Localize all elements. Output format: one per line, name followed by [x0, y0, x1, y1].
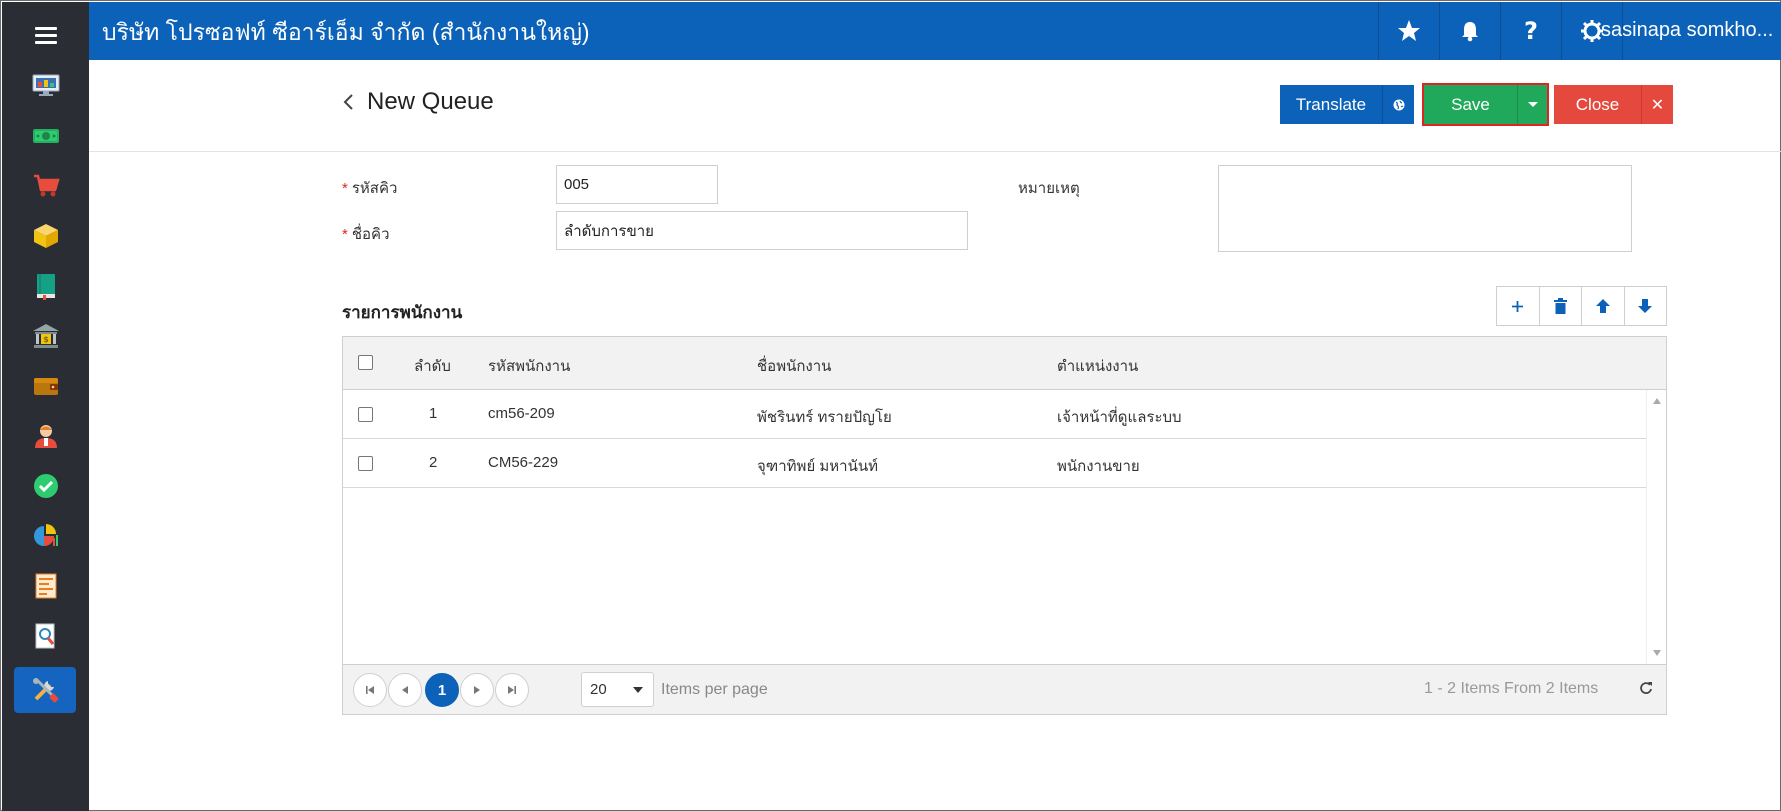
cell-position: พนักงานขาย	[1057, 458, 1140, 475]
refresh-icon[interactable]	[1639, 681, 1653, 695]
arrow-down-icon	[1638, 299, 1653, 313]
cell-name: จุฑาทิพย์ มหานันท์	[757, 458, 878, 475]
caret-down-icon	[1527, 102, 1538, 107]
favorites-button[interactable]	[1378, 2, 1439, 60]
close-x-button[interactable]: ✕	[1641, 85, 1673, 124]
queue-name-label: * ชื่อคิว	[342, 226, 390, 243]
app-window: $ บริษัท โปรซอฟท์ ซีอาร์เอ็ม จำกัด (สำนั…	[0, 0, 1781, 811]
cell-seq: 1	[429, 405, 438, 422]
close-button[interactable]: Close	[1554, 85, 1641, 124]
bank-icon[interactable]: $	[30, 320, 62, 352]
note-textarea[interactable]	[1218, 165, 1632, 252]
last-page-button[interactable]	[495, 673, 529, 707]
bell-icon	[1462, 22, 1478, 42]
table-row[interactable]: 1 cm56-209 พัชรินทร์ ทรายปัญโย เจ้าหน้าท…	[343, 390, 1646, 439]
table-row[interactable]: 2 CM56-229 จุฑาทิพย์ มหานันท์ พนักงานขาย	[343, 439, 1646, 488]
page-title: New Queue	[367, 88, 494, 115]
cell-code: cm56-209	[488, 405, 555, 422]
check-circle-icon[interactable]	[30, 470, 62, 502]
last-page-icon	[508, 686, 516, 694]
grid-header: ลำดับ รหัสพนักงาน ชื่อพนักงาน ตำแหน่งงาน	[343, 337, 1666, 390]
grid-scrollbar[interactable]	[1646, 390, 1666, 664]
page-size-value: 20	[590, 681, 607, 698]
caret-down-icon	[633, 687, 643, 693]
star-icon	[1398, 20, 1420, 41]
delete-row-button[interactable]	[1540, 287, 1582, 325]
hamburger-menu-icon[interactable]	[35, 27, 57, 44]
move-up-button[interactable]	[1582, 287, 1625, 325]
cell-seq: 2	[429, 454, 438, 471]
pager: 1 20 Items per page 1 - 2 Items From 2 I…	[343, 664, 1666, 714]
prev-page-button[interactable]	[388, 673, 422, 707]
globe-icon	[1393, 99, 1404, 110]
money-icon[interactable]	[30, 120, 62, 152]
column-header-position[interactable]: ตำแหน่งงาน	[1057, 354, 1138, 378]
cell-code: CM56-229	[488, 454, 559, 471]
pager-info: 1 - 2 Items From 2 Items	[1424, 680, 1599, 697]
book-icon[interactable]	[30, 270, 62, 302]
required-marker: *	[342, 180, 348, 197]
shopping-cart-icon[interactable]	[30, 170, 62, 202]
select-all-checkbox[interactable]	[358, 355, 373, 370]
close-icon: ✕	[1650, 95, 1665, 114]
column-header-code[interactable]: รหัสพนักงาน	[488, 354, 570, 378]
monitor-dashboard-icon[interactable]	[30, 69, 62, 101]
cell-name: พัชรินทร์ ทรายปัญโย	[757, 409, 892, 426]
question-icon: ?	[1524, 17, 1538, 45]
next-page-button[interactable]	[460, 673, 494, 707]
current-page-button[interactable]: 1	[425, 673, 459, 707]
pie-chart-icon[interactable]	[30, 520, 62, 552]
queue-code-label: * รหัสคิว	[342, 180, 398, 197]
cell-position: เจ้าหน้าที่ดูแลระบบ	[1057, 409, 1182, 426]
help-button[interactable]: ?	[1500, 2, 1561, 60]
employees-grid: ลำดับ รหัสพนักงาน ชื่อพนักงาน ตำแหน่งงาน…	[342, 336, 1667, 715]
company-name: บริษัท โปรซอฟท์ ซีอาร์เอ็ม จำกัด (สำนักง…	[102, 19, 590, 45]
page-size-select[interactable]: 20	[581, 672, 654, 707]
person-icon[interactable]	[30, 420, 62, 452]
required-marker: *	[342, 226, 348, 243]
wallet-icon[interactable]	[30, 370, 62, 402]
user-menu[interactable]: sasinapa somkho...	[1601, 19, 1773, 42]
box-icon[interactable]	[30, 220, 62, 252]
trash-icon	[1553, 298, 1567, 314]
grid-toolbar	[1496, 286, 1667, 326]
items-per-page-label: Items per page	[661, 681, 768, 698]
add-row-button[interactable]	[1497, 287, 1540, 325]
page-header: New Queue Translate Save Close ✕	[89, 60, 1781, 152]
svg-text:$: $	[43, 335, 49, 344]
tools-icon[interactable]	[14, 667, 76, 713]
employees-section-title: รายการพนักงาน	[342, 303, 463, 322]
chevron-left-icon[interactable]	[342, 93, 354, 111]
scroll-up-arrow-icon[interactable]	[1653, 398, 1661, 404]
sidebar: $	[2, 2, 89, 811]
first-page-button[interactable]	[353, 673, 387, 707]
queue-name-input[interactable]: ลำดับการขาย	[556, 211, 968, 250]
row-checkbox[interactable]	[358, 407, 373, 422]
note-label: หมายเหตุ	[1018, 180, 1080, 197]
prev-page-icon	[402, 686, 408, 694]
translate-button[interactable]: Translate	[1280, 85, 1382, 124]
next-page-icon	[474, 686, 480, 694]
notifications-button[interactable]	[1439, 2, 1500, 60]
first-page-icon	[366, 686, 374, 694]
column-header-name[interactable]: ชื่อพนักงาน	[757, 354, 831, 378]
top-bar: บริษัท โปรซอฟท์ ซีอาร์เอ็ม จำกัด (สำนักง…	[89, 2, 1781, 60]
queue-code-input[interactable]: 005	[556, 165, 718, 204]
report-icon[interactable]	[30, 570, 62, 602]
document-search-icon[interactable]	[30, 620, 62, 652]
arrow-up-icon	[1595, 299, 1610, 313]
translate-globe-button[interactable]	[1382, 85, 1414, 124]
row-checkbox[interactable]	[358, 456, 373, 471]
save-button[interactable]: Save	[1424, 85, 1517, 124]
column-header-seq[interactable]: ลำดับ	[414, 354, 451, 378]
move-down-button[interactable]	[1625, 287, 1667, 325]
plus-icon	[1512, 300, 1524, 312]
save-dropdown-button[interactable]	[1517, 85, 1547, 124]
scroll-down-arrow-icon[interactable]	[1653, 650, 1661, 656]
